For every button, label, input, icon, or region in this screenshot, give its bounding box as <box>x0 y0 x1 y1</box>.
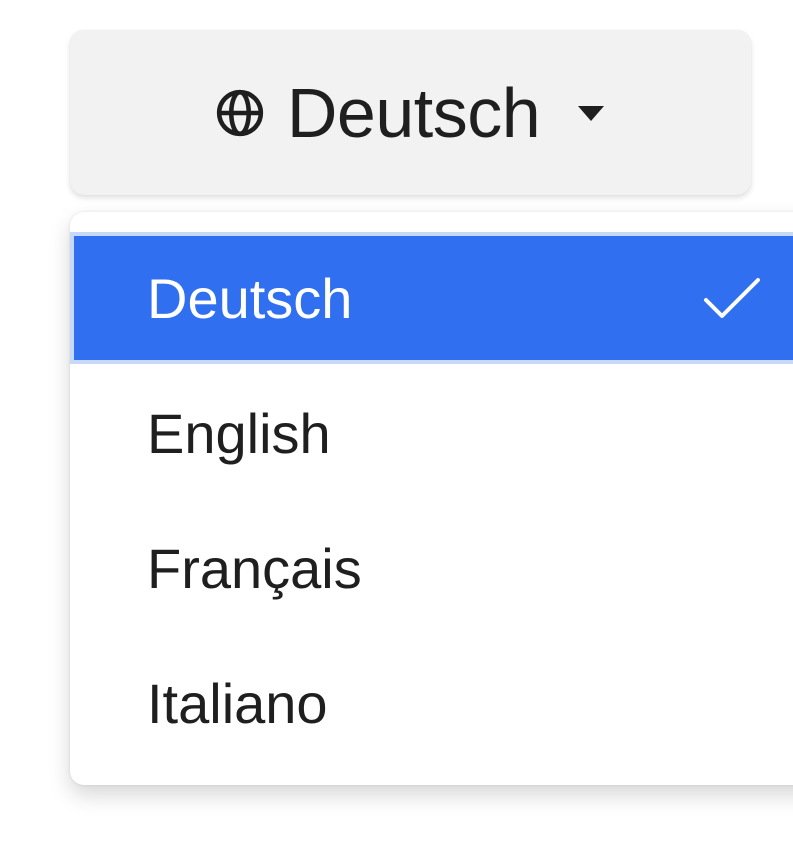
language-button-label: Deutsch <box>286 73 541 152</box>
language-option-italiano[interactable]: Italiano <box>70 637 793 769</box>
language-option-english[interactable]: English <box>70 367 793 499</box>
language-menu: Deutsch English Français Italiano <box>70 212 793 785</box>
language-option-francais[interactable]: Français <box>70 502 793 634</box>
language-switcher: Deutsch Deutsch English Français Italian… <box>0 0 793 845</box>
globe-icon <box>216 89 263 136</box>
language-dropdown-button[interactable]: Deutsch <box>70 30 751 195</box>
language-option-label: Deutsch <box>147 266 353 330</box>
language-option-deutsch[interactable]: Deutsch <box>70 232 793 364</box>
caret-down-icon <box>578 105 605 121</box>
language-option-label: Français <box>147 536 362 600</box>
language-option-label: English <box>147 401 331 465</box>
checkmark-icon <box>704 278 760 318</box>
language-option-label: Italiano <box>147 671 328 735</box>
